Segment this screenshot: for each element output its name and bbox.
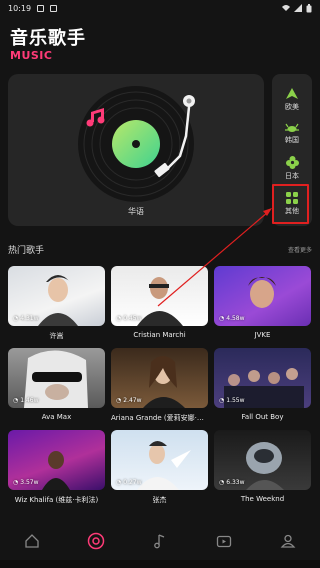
grid-icon [286, 192, 298, 204]
artist-photo: ◔ 4.31w [8, 266, 105, 326]
region-item-japan[interactable]: 日本 [272, 152, 312, 184]
status-time: 10:19 [8, 3, 32, 13]
artist-name: Wiz Khalifa (维兹·卡利法) [14, 496, 99, 504]
flower-icon [285, 155, 299, 169]
artist-name: Fall Out Boy [241, 413, 284, 421]
region-item-western[interactable]: 欧美 [272, 84, 312, 116]
region-label: 日本 [285, 171, 299, 180]
nav-profile[interactable] [273, 526, 303, 556]
play-count: ◔ 4.58w [219, 315, 245, 322]
artist-photo: ◔ 2.47w [111, 348, 208, 408]
artist-card[interactable]: ◔ 0.45w Cristian Marchi [111, 266, 208, 339]
bottom-nav [0, 524, 320, 558]
artist-card[interactable]: ◔ 6.33w The Weeknd [214, 430, 311, 503]
region-panel: 欧美 韩国 日本 其他 [272, 74, 312, 226]
artist-name: JVKE [254, 331, 271, 339]
region-label: 其他 [285, 207, 299, 215]
artist-photo: ◔ 1.55w [214, 348, 311, 408]
system-nav-bar [0, 560, 320, 568]
artist-photo: ◔ 3.57w [8, 430, 105, 490]
play-count-value: 3.57w [20, 479, 39, 486]
arrow-up-icon [286, 88, 298, 99]
region-label: 欧美 [285, 103, 299, 111]
headphones-icon: ◔ [116, 397, 122, 404]
app-title: 音乐歌手 [10, 28, 86, 49]
artist-card[interactable]: ◔ 3.57w Wiz Khalifa (维兹·卡利法) [8, 430, 105, 505]
play-count-value: 1.46w [20, 397, 39, 404]
region-item-other[interactable]: 其他 [272, 188, 312, 220]
profile-icon [280, 534, 296, 548]
headphones-icon: ◔ [219, 397, 225, 404]
artist-card[interactable]: ◔ 1.46w Ava Max [8, 348, 105, 421]
status-bar: 10:19 [0, 0, 320, 16]
battery-icon [306, 3, 312, 12]
section-header: 热门歌手 查看更多 [8, 242, 312, 256]
vinyl-record-icon [78, 86, 195, 202]
wifi-icon [282, 5, 290, 11]
artist-name: Ava Max [41, 413, 72, 421]
headphones-icon: ◔ [13, 479, 19, 486]
app-subtitle: MUSIC [10, 49, 53, 62]
artist-name: Cristian Marchi [133, 331, 186, 339]
artist-name: The Weeknd [240, 495, 285, 503]
play-count: ◔ 6.33w [219, 479, 245, 486]
nav-singers[interactable] [81, 526, 111, 556]
region-item-korea[interactable]: 韩国 [272, 118, 312, 150]
headphones-icon: ◔ [13, 397, 19, 404]
nav-video[interactable] [209, 526, 239, 556]
play-count-value: 2.47w [123, 397, 142, 404]
artist-card[interactable]: ◔ 1.55w Fall Out Boy [214, 348, 311, 421]
play-count-value: 0.45w [123, 315, 142, 322]
artist-photo: ◔ 0.27w [111, 430, 208, 490]
artist-photo: ◔ 0.45w [111, 266, 208, 326]
play-count-value: 0.27w [123, 479, 142, 486]
play-count: ◔ 4.31w [13, 315, 39, 322]
play-count: ◔ 2.47w [116, 397, 142, 404]
disc-icon [87, 532, 105, 550]
feature-card-chinese[interactable]: 华语 [8, 74, 264, 226]
section-title: 热门歌手 [8, 245, 45, 256]
artist-name: 张杰 [152, 496, 167, 504]
play-count: ◔ 0.45w [116, 315, 142, 322]
play-count-value: 4.31w [20, 315, 39, 322]
notification-icon [50, 4, 58, 12]
feature-label: 华语 [128, 207, 144, 216]
header: 音乐歌手 MUSIC [10, 28, 86, 62]
video-icon [216, 535, 232, 548]
play-count-value: 4.58w [226, 315, 245, 322]
signal-icon [294, 4, 302, 12]
artist-photo: ◔ 4.58w [214, 266, 311, 326]
headphones-icon: ◔ [219, 479, 225, 486]
see-more-link[interactable]: 查看更多 [288, 245, 312, 254]
headphones-icon: ◔ [116, 479, 122, 486]
artist-photo: ◔ 1.46w [8, 348, 105, 408]
artist-photo: ◔ 6.33w [214, 430, 311, 490]
play-count-value: 1.55w [226, 397, 245, 404]
artist-card[interactable]: ◔ 0.27w 张杰 [111, 430, 208, 505]
play-count: ◔ 3.57w [13, 479, 39, 486]
artist-card[interactable]: ◔ 4.31w 许嵩 [8, 266, 105, 341]
play-count-value: 6.33w [226, 479, 245, 486]
home-icon [25, 534, 39, 548]
headphones-icon: ◔ [219, 315, 225, 322]
headphones-icon: ◔ [116, 315, 122, 322]
artist-name: Ariana Grande (爱莉安娜·格... [111, 414, 208, 422]
play-count: ◔ 0.27w [116, 479, 142, 486]
nav-music[interactable] [145, 526, 175, 556]
artist-name: 许嵩 [49, 332, 64, 340]
play-count: ◔ 1.55w [219, 397, 245, 404]
artist-card[interactable]: ◔ 2.47w Ariana Grande (爱莉安娜·格... [111, 348, 208, 423]
play-count: ◔ 1.46w [13, 397, 39, 404]
region-label: 韩国 [285, 136, 299, 144]
nav-home[interactable] [17, 526, 47, 556]
music-note-icon [154, 534, 165, 549]
notification-icon [37, 4, 45, 12]
headphones-icon: ◔ [13, 315, 19, 322]
crab-icon [285, 123, 299, 132]
artist-card[interactable]: ◔ 4.58w JVKE [214, 266, 311, 339]
